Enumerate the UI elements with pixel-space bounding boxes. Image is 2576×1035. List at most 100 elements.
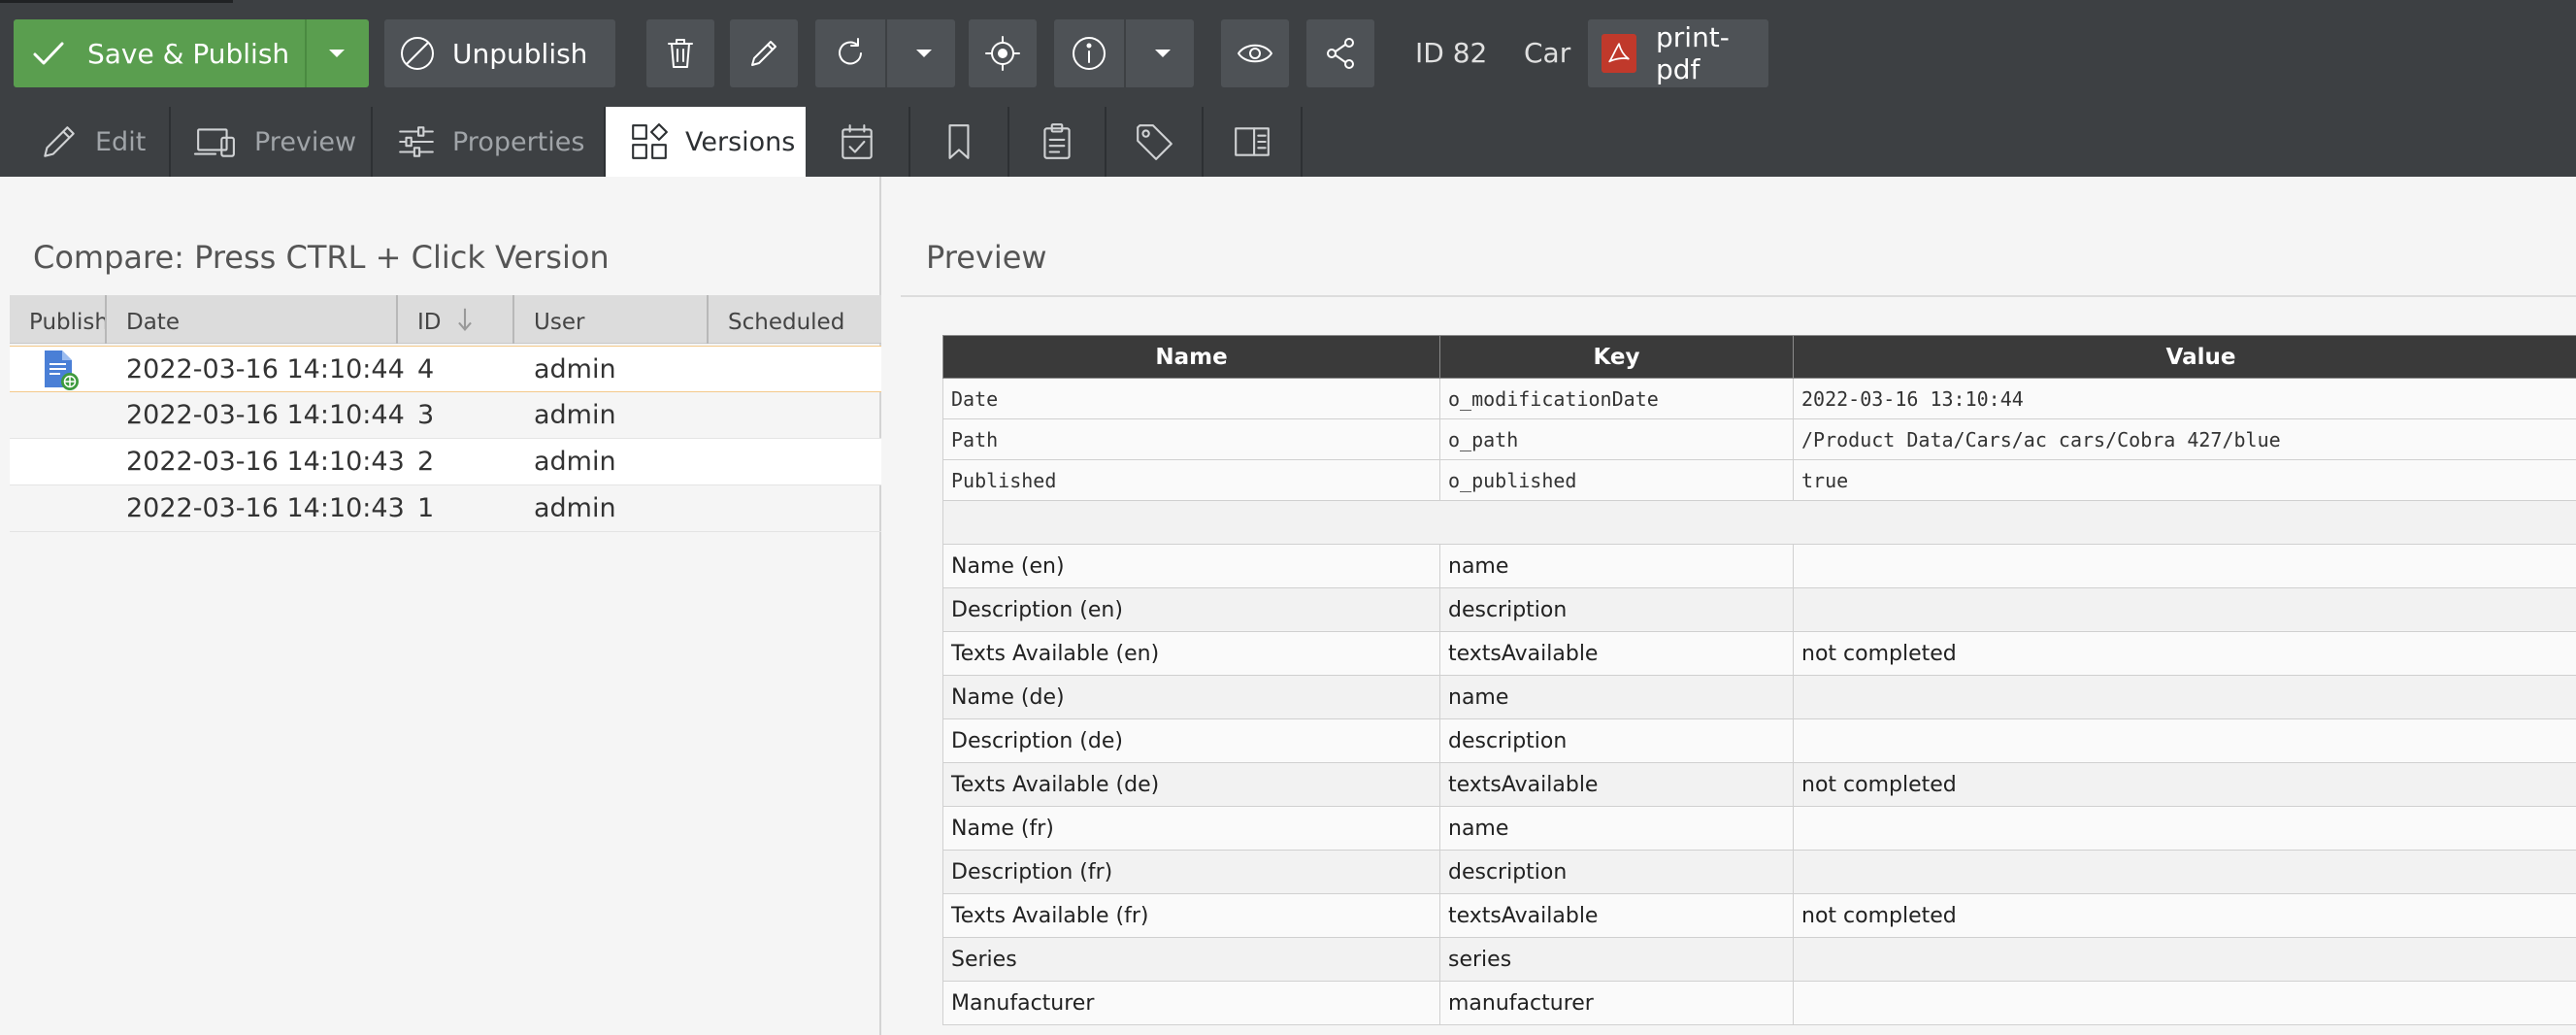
pencil-icon: [751, 41, 776, 66]
reload-icon[interactable]: [831, 34, 870, 73]
main-toolbar: Save & Publish Unpublish ID 82 Car print…: [0, 0, 2576, 107]
field-key: o_path: [1439, 418, 1794, 460]
calendar-check-icon: [842, 124, 873, 159]
tab-dependencies[interactable]: [910, 107, 1009, 177]
tab-properties[interactable]: Properties: [373, 107, 606, 177]
field-key: series: [1439, 937, 1794, 982]
print-pdf-label: print-pdf: [1656, 21, 1730, 85]
field-value: [1793, 587, 2576, 632]
table-row: Date o_modificationDate 2022-03-16 13:10…: [942, 378, 2576, 419]
checkmark-icon: [33, 42, 64, 65]
field-value: [1793, 544, 2576, 588]
editor-tabs: Edit Preview Properties Versions: [0, 107, 2576, 177]
version-preview-table: Name Key Value Date o_modificationDate 2…: [942, 335, 2576, 1025]
field-value: [1793, 937, 2576, 982]
tab-preview[interactable]: Preview: [171, 107, 373, 177]
field-value: /Product Data/Cars/ac cars/Cobra 427/blu…: [1793, 418, 2576, 460]
table-row: Description (de) description: [942, 718, 2576, 763]
tab-properties-label: Properties: [452, 126, 585, 157]
field-key: textsAvailable: [1439, 762, 1794, 807]
tab-versions[interactable]: Versions: [606, 107, 806, 177]
sort-descending-icon: [458, 308, 472, 331]
column-header-date[interactable]: Date: [107, 295, 398, 344]
sliders-icon: [399, 126, 434, 157]
field-name: Name (en): [942, 544, 1440, 588]
version-row[interactable]: 2022-03-16 14:10:44 4 admin: [10, 346, 881, 392]
field-name: Texts Available (en): [942, 631, 1440, 676]
rename-button[interactable]: [730, 19, 798, 87]
version-id: 1: [417, 493, 435, 523]
unpublish-button[interactable]: Unpublish: [384, 19, 615, 87]
reload-button-group: [815, 19, 955, 87]
column-header-value: Value: [1793, 335, 2576, 379]
field-key: textsAvailable: [1439, 893, 1794, 938]
table-row: Texts Available (fr) textsAvailable not …: [942, 893, 2576, 938]
object-class-text: Car: [1524, 37, 1571, 69]
version-user: admin: [534, 447, 616, 477]
field-value: [1793, 850, 2576, 894]
field-value: not completed: [1793, 893, 2576, 938]
field-name: Name (fr): [942, 806, 1440, 851]
field-value: [1793, 675, 2576, 719]
delete-button[interactable]: [646, 19, 714, 87]
version-date: 2022-03-16 14:10:43: [126, 493, 405, 523]
field-key: manufacturer: [1439, 981, 1794, 1025]
field-name: Description (fr): [942, 850, 1440, 894]
table-row: Series series: [942, 937, 2576, 982]
version-user: admin: [534, 400, 616, 430]
field-name: Texts Available (de): [942, 762, 1440, 807]
published-doc-icon: [41, 349, 80, 391]
field-value: [1793, 981, 2576, 1025]
field-key: o_modificationDate: [1439, 378, 1794, 419]
field-name: Series: [942, 937, 1440, 982]
field-name: Path: [942, 418, 1440, 460]
devices-icon: [193, 128, 235, 157]
version-id: 2: [417, 447, 435, 477]
column-header-id[interactable]: ID: [398, 295, 514, 344]
chevron-down-icon[interactable]: [1143, 34, 1182, 73]
column-header-scheduled[interactable]: Scheduled: [709, 295, 881, 344]
table-row: Texts Available (en) textsAvailable not …: [942, 631, 2576, 676]
field-value: not completed: [1793, 631, 2576, 676]
table-row: Name (de) name: [942, 675, 2576, 719]
column-header-user[interactable]: User: [514, 295, 709, 344]
column-header-id-label: ID: [417, 310, 442, 335]
share-icon: [1327, 38, 1354, 69]
preview-panel-title: Preview: [926, 239, 1047, 276]
field-name: Description (de): [942, 718, 1440, 763]
info-icon[interactable]: [1070, 34, 1108, 73]
tab-notes[interactable]: [1009, 107, 1106, 177]
info-button-group: [1054, 19, 1194, 87]
pencil-icon: [44, 126, 75, 157]
table-row: Name (fr) name: [942, 806, 2576, 851]
locate-in-tree-button[interactable]: [969, 19, 1037, 87]
field-key: name: [1439, 806, 1794, 851]
field-name: Texts Available (fr): [942, 893, 1440, 938]
tab-workflow[interactable]: [1204, 107, 1303, 177]
field-value: true: [1793, 459, 2576, 501]
field-value: not completed: [1793, 762, 2576, 807]
share-button[interactable]: [1306, 19, 1374, 87]
tab-tags[interactable]: [1106, 107, 1204, 177]
trash-icon: [668, 39, 693, 68]
version-row[interactable]: 2022-03-16 14:10:44 3 admin: [10, 392, 881, 439]
crosshair-icon: [985, 36, 1020, 71]
versions-panel: Compare: Press CTRL + Click Version Publ…: [0, 177, 881, 1035]
version-id: 3: [417, 400, 435, 430]
chevron-down-icon[interactable]: [905, 34, 943, 73]
field-value: 2022-03-16 13:10:44: [1793, 378, 2576, 419]
print-pdf-button[interactable]: print-pdf: [1588, 19, 1768, 87]
table-row: Published o_published true: [942, 459, 2576, 501]
versions-grid-header: Publish Date ID User Scheduled: [10, 295, 881, 344]
tab-edit[interactable]: Edit: [0, 107, 171, 177]
versions-icon: [632, 123, 668, 159]
table-row: Path o_path /Product Data/Cars/ac cars/C…: [942, 418, 2576, 460]
preview-button[interactable]: [1221, 19, 1289, 87]
version-row[interactable]: 2022-03-16 14:10:43 2 admin: [10, 439, 881, 485]
save-publish-button[interactable]: Save & Publish: [14, 19, 369, 87]
chevron-down-icon[interactable]: [316, 34, 357, 73]
version-row[interactable]: 2022-03-16 14:10:43 1 admin: [10, 485, 881, 532]
version-user: admin: [534, 354, 616, 384]
column-header-publish[interactable]: Publish: [10, 295, 107, 344]
tab-schedule[interactable]: [806, 107, 910, 177]
